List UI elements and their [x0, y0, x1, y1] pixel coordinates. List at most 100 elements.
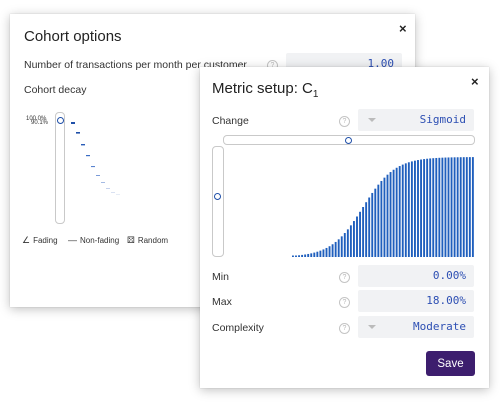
sigmoid-bar	[346, 229, 349, 257]
help-icon[interactable]: ?	[339, 272, 350, 283]
save-button[interactable]: Save	[426, 351, 475, 376]
decay-segment	[76, 132, 80, 134]
decay-segment	[106, 188, 110, 189]
sigmoid-bar	[371, 192, 374, 257]
sigmoid-bar	[417, 160, 419, 257]
sigmoid-bar	[377, 184, 380, 257]
change-label: Change	[212, 115, 249, 127]
fading-icon: ∠	[22, 235, 31, 245]
sigmoid-bar	[383, 177, 386, 257]
sigmoid-bar	[359, 211, 361, 257]
min-label: Min	[212, 271, 229, 283]
sigmoid-bar	[334, 241, 337, 257]
sigmoid-bar	[459, 157, 462, 257]
sigmoid-bar	[444, 157, 447, 257]
chevron-down-icon	[368, 325, 376, 329]
sigmoid-bar	[343, 233, 346, 257]
sigmoid-bar	[456, 157, 459, 257]
sigmoid-bar	[380, 180, 383, 257]
max-label: Max	[212, 296, 232, 308]
sigmoid-bar	[362, 207, 365, 257]
close-icon[interactable]: ×	[471, 75, 479, 88]
sigmoid-bar	[295, 255, 297, 257]
cohort-decay-label: Cohort decay	[24, 84, 87, 96]
sigmoid-bar	[465, 157, 468, 257]
sigmoid-bar	[356, 216, 358, 257]
sigmoid-bar	[349, 225, 352, 257]
sigmoid-bar	[392, 169, 395, 257]
sigmoid-bar	[404, 163, 407, 257]
dialog-title: Metric setup: C1	[212, 80, 318, 100]
decay-segment	[116, 194, 120, 195]
sigmoid-bar	[468, 157, 471, 257]
chevron-down-icon	[368, 118, 376, 122]
sigmoid-bar	[450, 157, 453, 257]
sigmoid-bar	[389, 172, 392, 257]
sigmoid-bar	[462, 157, 465, 257]
sigmoid-bar	[432, 158, 435, 257]
sigmoid-bar	[368, 197, 371, 257]
decay-segment	[91, 166, 95, 168]
sigmoid-bar	[325, 247, 328, 257]
legend-non-fading-label: Non-fading	[80, 236, 120, 245]
sigmoid-bar	[410, 161, 413, 257]
tick-label-second: 90.1%	[31, 120, 49, 126]
sigmoid-bar	[331, 244, 334, 257]
sigmoid-bar	[298, 255, 300, 257]
sigmoid-bar	[441, 157, 444, 257]
help-icon[interactable]: ?	[339, 297, 350, 308]
sigmoid-bar	[301, 254, 304, 257]
sigmoid-bar	[438, 157, 441, 257]
decay-segment	[96, 175, 100, 176]
sigmoid-bar	[471, 157, 474, 257]
sigmoid-bar	[319, 250, 322, 257]
decay-segment	[81, 144, 85, 146]
sigmoid-bar	[429, 158, 432, 257]
help-icon[interactable]: ?	[339, 116, 350, 127]
sigmoid-bar	[353, 221, 355, 257]
sigmoid-bar	[337, 239, 340, 257]
sigmoid-bar	[304, 254, 307, 257]
sigmoid-bar	[407, 162, 410, 257]
sigmoid-bar	[310, 253, 313, 257]
sigmoid-bar	[420, 159, 422, 257]
sigmoid-bar	[340, 236, 343, 257]
sigmoid-bar	[307, 253, 310, 257]
sigmoid-bar	[386, 174, 389, 257]
decay-segment	[111, 192, 115, 193]
legend-random[interactable]: ⚄ Random	[127, 235, 168, 246]
sigmoid-bar	[401, 164, 404, 257]
legend-fading[interactable]: ∠ Fading	[22, 235, 58, 246]
sigmoid-bar	[426, 158, 429, 257]
decay-slider-track[interactable]	[55, 112, 65, 224]
dialog-title-subscript: 1	[312, 89, 319, 100]
dialog-title: Cohort options	[24, 28, 122, 45]
non-fading-icon: —	[68, 235, 77, 245]
help-icon[interactable]: ?	[339, 323, 350, 334]
close-icon[interactable]: ×	[399, 22, 407, 35]
complexity-label: Complexity	[212, 322, 264, 334]
horizontal-slider-handle[interactable]	[345, 136, 352, 144]
sigmoid-bar	[395, 167, 398, 257]
sigmoid-bar	[313, 252, 316, 257]
random-icon: ⚄	[127, 235, 135, 245]
max-input[interactable]: 18.00%	[358, 290, 474, 312]
vertical-slider-track[interactable]	[212, 146, 224, 257]
decay-slider-handle[interactable]	[56, 117, 64, 124]
vertical-slider-handle[interactable]	[214, 192, 221, 200]
sigmoid-bar	[453, 157, 456, 257]
sigmoid-bar	[365, 202, 368, 257]
sigmoid-bar	[316, 251, 319, 257]
min-input[interactable]: 0.00%	[358, 265, 474, 287]
sigmoid-bar	[292, 255, 294, 257]
sigmoid-bar	[435, 157, 438, 257]
sigmoid-bar	[374, 188, 377, 257]
sigmoid-chart	[292, 157, 474, 257]
sigmoid-bar	[414, 160, 416, 257]
sigmoid-bar	[322, 249, 325, 257]
decay-segment	[101, 182, 105, 183]
dialog-title-text: Metric setup: C	[212, 80, 313, 97]
decay-segment	[86, 155, 90, 157]
legend-non-fading[interactable]: — Non-fading	[68, 235, 120, 246]
decay-segment	[71, 122, 75, 124]
